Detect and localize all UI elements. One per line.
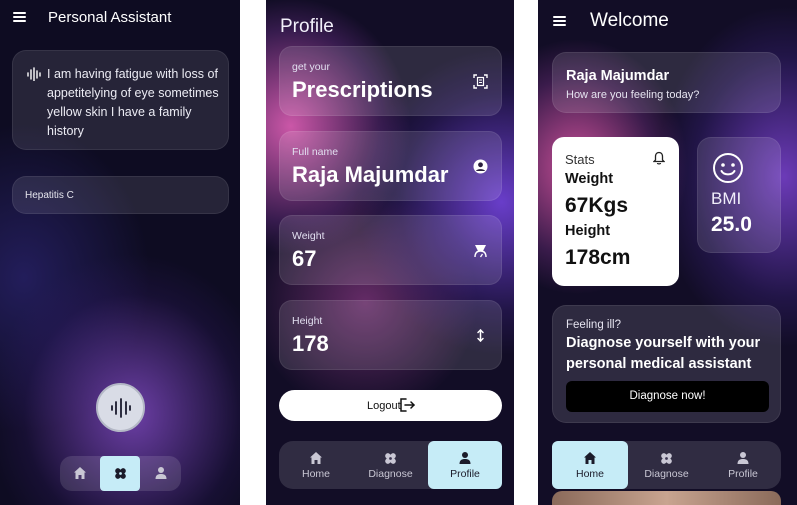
nav-profile[interactable]: Profile	[428, 441, 502, 489]
nav-home-label: Home	[575, 468, 604, 480]
greeting-card: Raja Majumdar How are you feeling today?	[552, 52, 781, 113]
logout-button[interactable]: Logout	[279, 390, 502, 421]
greeting-question: How are you feeling today?	[566, 89, 700, 101]
user-message-text: I am having fatigue with loss of appetit…	[47, 67, 219, 138]
user-message-bubble: I am having fatigue with loss of appetit…	[12, 50, 229, 150]
stats-card[interactable]: Stats Weight 67Kgs Height 178cm	[552, 137, 679, 286]
nav-diagnose[interactable]	[100, 456, 140, 491]
assistant-screen: Personal Assistant I am having fatigue w…	[0, 0, 240, 505]
bmi-value: 25.0	[711, 213, 752, 236]
page-title: Profile	[280, 16, 334, 37]
profile-screen: Profile get your Prescriptions Full name…	[266, 0, 514, 505]
stats-weight-value: 67Kgs	[565, 194, 629, 217]
prescriptions-caption: get your	[292, 61, 330, 73]
nav-profile[interactable]	[141, 456, 181, 491]
fullname-label: Full name	[292, 146, 339, 158]
home-icon	[74, 467, 86, 479]
nav-profile-label: Profile	[728, 468, 758, 480]
home-screen: Welcome Raja Majumdar How are you feelin…	[538, 0, 797, 505]
stats-height-value: 178cm	[565, 246, 631, 269]
nav-diagnose[interactable]: Diagnose	[353, 441, 428, 489]
nav-diagnose-label: Diagnose	[368, 468, 413, 480]
nav-diagnose-label: Diagnose	[644, 468, 689, 480]
bmi-card[interactable]: BMI 25.0	[697, 137, 781, 253]
fullname-value: Raja Majumdar	[292, 162, 449, 187]
bandage-icon	[661, 453, 672, 464]
user-name: Raja Majumdar	[566, 68, 670, 84]
bmi-label: BMI	[711, 189, 742, 208]
voice-wave-icon	[111, 398, 131, 418]
menu-icon[interactable]	[553, 16, 566, 26]
stats-title: Stats	[565, 152, 595, 167]
height-value: 178	[292, 331, 329, 356]
height-arrows-icon	[477, 328, 484, 343]
nav-home[interactable]: Home	[279, 441, 353, 489]
voice-record-button[interactable]	[96, 383, 145, 432]
height-card[interactable]: Height 178	[279, 300, 502, 370]
bottom-nav	[60, 456, 181, 491]
diagnose-headline: Diagnose yourself with your personal med…	[566, 335, 761, 372]
diagnose-now-button[interactable]: Diagnose now!	[566, 381, 769, 412]
weight-card[interactable]: Weight 67	[279, 215, 502, 285]
page-title: Personal Assistant	[48, 9, 172, 26]
logout-label: Logout	[367, 400, 401, 412]
home-icon	[310, 452, 322, 464]
nav-profile-label: Profile	[450, 468, 480, 480]
bottom-nav: Home Diagnose Profile	[552, 441, 781, 489]
assistant-response-bubble: Hepatitis C	[12, 176, 229, 214]
smiley-icon	[713, 153, 743, 183]
bell-icon[interactable]	[653, 151, 665, 165]
assistant-response-text: Hepatitis C	[25, 190, 74, 201]
nav-home[interactable]: Home	[552, 441, 628, 489]
content-image-peek	[552, 491, 781, 505]
person-icon	[459, 452, 471, 464]
prescriptions-card[interactable]: get your Prescriptions	[279, 46, 502, 116]
account-circle-icon	[473, 159, 488, 174]
voice-wave-icon	[27, 67, 41, 81]
prescriptions-title: Prescriptions	[292, 77, 433, 102]
page-title: Welcome	[590, 10, 669, 31]
person-icon	[155, 467, 167, 479]
person-icon	[737, 452, 749, 464]
stats-weight-label: Weight	[565, 171, 614, 187]
nav-profile[interactable]: Profile	[705, 441, 781, 489]
height-label: Height	[292, 315, 323, 327]
stats-height-label: Height	[565, 223, 611, 239]
nav-diagnose[interactable]: Diagnose	[628, 441, 705, 489]
diagnose-now-label: Diagnose now!	[629, 390, 706, 402]
weight-value: 67	[292, 246, 317, 271]
fullname-card[interactable]: Full name Raja Majumdar	[279, 131, 502, 201]
nav-home[interactable]	[60, 456, 100, 491]
home-icon	[584, 452, 596, 464]
scan-document-icon	[473, 74, 488, 89]
weight-label: Weight	[292, 230, 325, 242]
nav-home-label: Home	[301, 468, 330, 480]
bandage-icon	[115, 468, 126, 479]
weight-scale-icon	[474, 245, 487, 258]
diagnose-card: Feeling ill? Diagnose yourself with your…	[552, 305, 781, 423]
bandage-icon	[385, 453, 396, 464]
diagnose-prompt: Feeling ill?	[566, 319, 621, 331]
menu-icon[interactable]	[13, 12, 26, 22]
bottom-nav: Home Diagnose Profile	[279, 441, 502, 489]
logout-icon	[400, 398, 415, 412]
